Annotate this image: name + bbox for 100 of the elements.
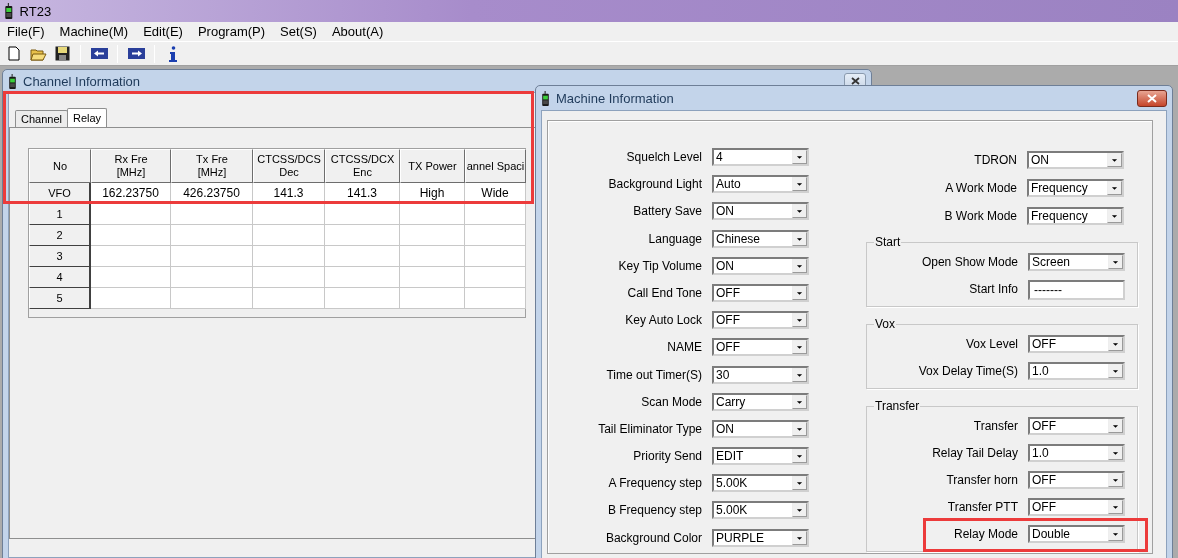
dropdown[interactable]: Frequency [1027,207,1124,225]
column-header: Rx Fre [MHz] [91,149,171,183]
dropdown[interactable]: OFF [1028,417,1125,435]
table-cell [400,204,465,225]
column-header: No [29,149,91,183]
dropdown[interactable]: 30 [712,365,809,384]
menu-item[interactable]: Program(P) [197,24,266,39]
table-cell [253,225,325,246]
column-header: CTCSS/DCS Dec [253,149,325,183]
field-label: Squelch Level [625,149,702,166]
menu-item[interactable]: File(F) [7,24,45,39]
dropdown[interactable]: 1.0 [1028,362,1125,380]
column-header: annel Spaci [465,149,526,183]
table-cell [465,246,526,267]
dropdown[interactable]: ON [712,256,809,275]
dropdown[interactable]: OFF [1028,335,1125,353]
radio-icon [8,73,17,89]
row-header: 2 [29,225,91,246]
dropdown[interactable]: Screen [1028,253,1125,271]
dropdown[interactable]: 5.00K [712,474,809,493]
group-title: Vox [874,317,896,331]
column-header: CTCSS/DCX Enc [325,149,400,183]
radio-icon [4,3,14,19]
tab[interactable]: Channel [15,110,68,127]
radio-icon [541,90,550,106]
tab[interactable]: Relay [67,108,108,127]
field-label: NAME [666,339,702,357]
dropdown[interactable]: Auto [712,175,809,194]
field-label: Start Info [968,281,1018,298]
field-label: Tail Eliminator Type [597,420,702,438]
field-label: Vox Delay Time(S) [917,363,1018,380]
column-header: Tx Fre [MHz] [171,149,253,183]
table-cell [253,246,325,267]
table-cell [400,288,465,309]
table-cell [400,267,465,288]
dropdown[interactable]: ON [712,419,809,438]
menu-item[interactable]: Edit(E) [143,24,183,39]
close-icon [1147,93,1157,103]
field-label: Background Color [604,529,702,547]
row-header: 5 [29,288,91,309]
field-label: Relay Mode [952,526,1018,543]
menu-item[interactable]: About(A) [331,24,384,39]
table-cell [400,246,465,267]
dropdown[interactable]: Chinese [712,229,809,248]
group-title: Start [874,235,902,249]
text-field[interactable]: ------- [1028,280,1125,300]
dropdown[interactable]: Double [1028,525,1125,543]
menu-item[interactable]: Set(S) [280,24,317,39]
field-label: Vox Level [964,336,1018,353]
field-label: Background Light [607,176,702,194]
table-cell [253,204,325,225]
column-header: TX Power [400,149,465,183]
dropdown[interactable]: ON [712,202,809,221]
field-label: A Work Mode [944,180,1017,197]
dropdown[interactable]: PURPLE [712,528,809,547]
row-header: 1 [29,204,91,225]
dropdown[interactable]: OFF [1028,471,1125,489]
field-label: Time out Timer(S) [605,366,702,384]
dropdown[interactable]: 4 [712,148,809,166]
field-label: Key Auto Lock [624,312,702,330]
field-label: A Frequency step [607,475,702,493]
app-title: RT23 [19,3,52,19]
field-label: Transfer [972,418,1018,435]
field-label: Open Show Mode [920,254,1018,271]
dropdown[interactable]: 5.00K [712,501,809,520]
field-label: B Work Mode [943,208,1017,225]
field-label: Priority Send [632,448,702,466]
dropdown[interactable]: EDIT [712,447,809,466]
field-label: Scan Mode [640,393,702,411]
dropdown[interactable]: Carry [712,392,809,411]
field-label: Key Tip Volume [617,257,702,275]
dropdown[interactable]: ON [1027,151,1124,169]
table-cell [465,204,526,225]
table-cell [465,225,526,246]
close-button[interactable] [1137,89,1167,107]
dropdown[interactable]: OFF [712,283,809,302]
info-icon [169,45,177,62]
table-cell [400,225,465,246]
dropdown[interactable]: OFF [1028,498,1125,516]
menu-item[interactable]: Machine(M) [59,24,129,39]
row-header: 3 [29,246,91,267]
field-label: Language [647,230,702,248]
folder-icon [29,46,47,61]
dropdown[interactable]: Frequency [1027,179,1124,197]
table-cell [253,267,325,288]
table-cell [465,267,526,288]
row-header: 4 [29,267,91,288]
field-label: Battery Save [632,203,702,221]
dropdown[interactable]: OFF [712,311,809,330]
document-icon [8,46,20,61]
field-label: Transfer PTT [946,499,1018,516]
field-label: Call End Tone [626,284,702,302]
close-icon [850,77,860,85]
table-cell [465,288,526,309]
field-label: TDRON [973,152,1017,169]
dropdown[interactable]: OFF [712,338,809,357]
field-label: Transfer horn [945,472,1018,489]
dropdown[interactable]: 1.0 [1028,444,1125,462]
field-label: Relay Tail Delay [931,445,1018,462]
window-title: Channel Information [23,73,141,89]
